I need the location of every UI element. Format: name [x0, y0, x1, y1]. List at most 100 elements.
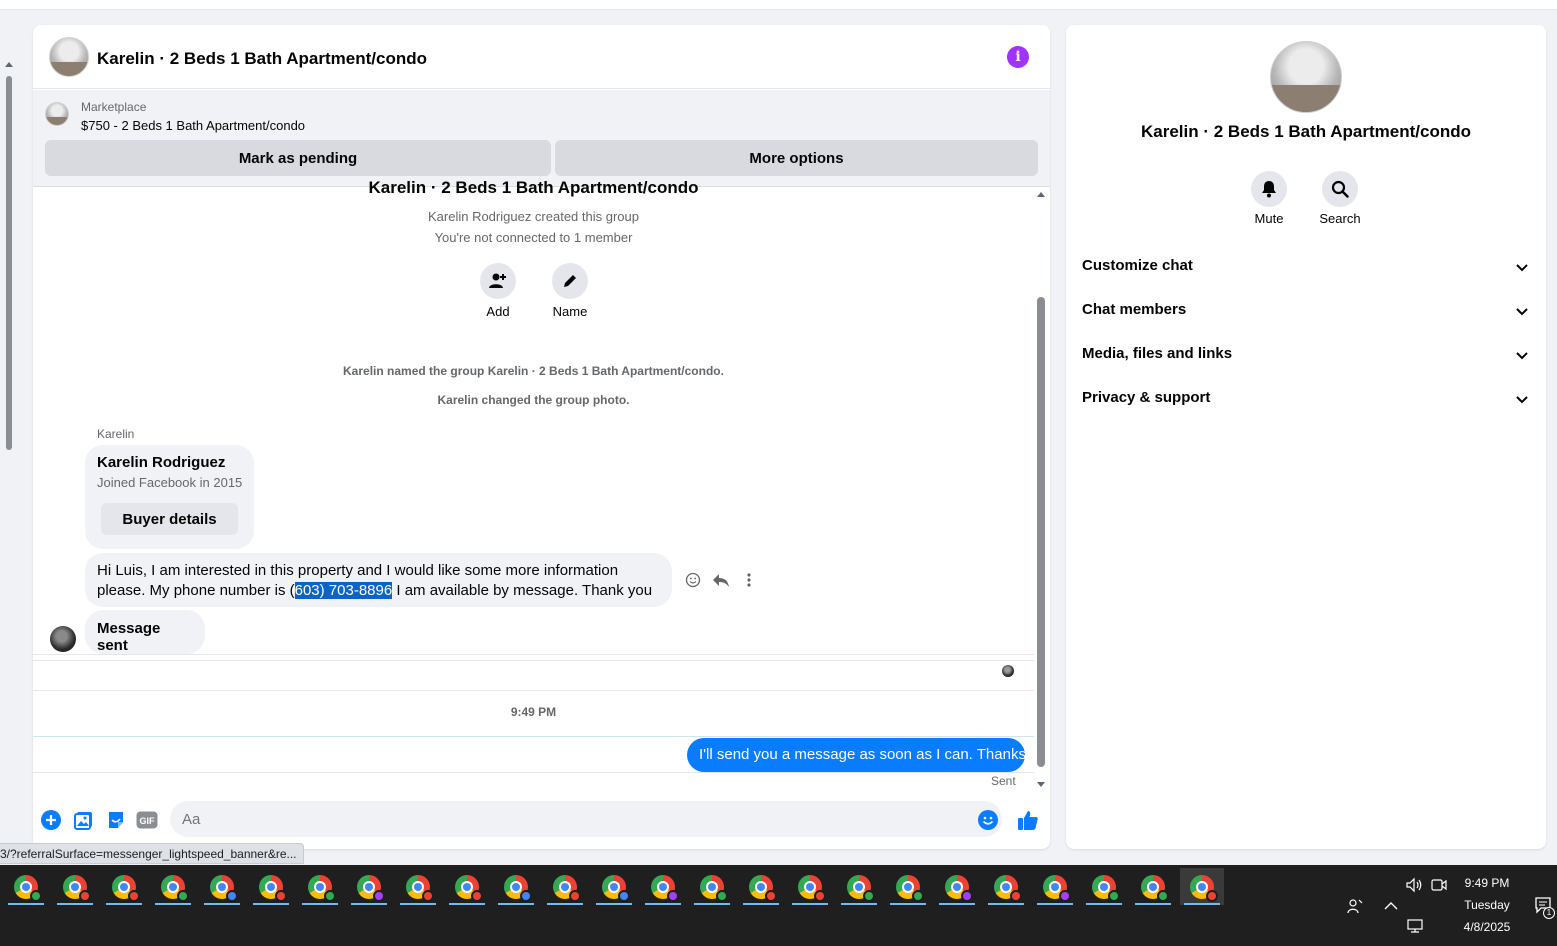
- divider: [33, 690, 1034, 691]
- taskbar-chrome-window[interactable]: [200, 868, 244, 905]
- profile-badge-icon: [79, 889, 91, 902]
- taskbar-chrome-window[interactable]: [151, 868, 195, 905]
- section-privacy-support[interactable]: Privacy & support: [1082, 387, 1530, 411]
- profile-badge-icon: [1157, 889, 1169, 902]
- section-chat-members[interactable]: Chat members: [1082, 299, 1530, 323]
- taskbar-chrome-window[interactable]: [837, 868, 881, 905]
- divider: [33, 660, 1034, 661]
- bell-icon: [1262, 181, 1276, 198]
- section-media-files-links[interactable]: Media, files and links: [1082, 343, 1530, 367]
- buyer-details-button[interactable]: Buyer details: [101, 503, 238, 535]
- group-intro-title: Karelin · 2 Beds 1 Bath Apartment/condo: [368, 178, 699, 197]
- gif-label: GIF: [140, 816, 156, 826]
- emoji-icon[interactable]: [976, 808, 1000, 832]
- taskbar-chrome-window[interactable]: [592, 868, 636, 905]
- taskbar-chrome-window[interactable]: [298, 868, 342, 905]
- connection-text: You're not connected to 1 member: [434, 230, 633, 245]
- sticker-icon[interactable]: [104, 808, 128, 832]
- profile-badge-icon: [667, 889, 679, 902]
- incoming-message[interactable]: Hi Luis, I am interested in this propert…: [85, 553, 672, 607]
- plus-circle-icon[interactable]: [39, 808, 63, 832]
- listing-thumbnail[interactable]: [45, 102, 69, 126]
- outgoing-message[interactable]: I'll send you a message as soon as I can…: [687, 738, 1026, 772]
- taskbar-chrome-window[interactable]: [347, 868, 391, 905]
- message-input[interactable]: [170, 801, 1002, 837]
- meet-now-icon[interactable]: [1430, 876, 1448, 894]
- taskbar-chrome-window[interactable]: [886, 868, 930, 905]
- taskbar-chrome-window[interactable]: [494, 868, 538, 905]
- message-sent-bubble[interactable]: Message sent: [85, 610, 205, 654]
- chat-title[interactable]: Karelin · 2 Beds 1 Bath Apartment/condo: [97, 49, 427, 69]
- page-scrollbar[interactable]: [0, 56, 18, 456]
- more-vertical-icon[interactable]: [739, 570, 759, 590]
- taskbar-chrome-window[interactable]: [1033, 868, 1077, 905]
- profile-badge-icon: [177, 889, 189, 902]
- listing-title[interactable]: $750 - 2 Beds 1 Bath Apartment/condo: [81, 118, 305, 133]
- clock-time[interactable]: 9:49 PM: [1462, 876, 1512, 890]
- taskbar-chrome-window[interactable]: [4, 868, 48, 905]
- chrome-icon: [1141, 874, 1169, 902]
- profile-badge-icon: [814, 889, 826, 902]
- taskbar-chrome-window[interactable]: [1082, 868, 1126, 905]
- chrome-icon: [210, 874, 238, 902]
- taskbar-chrome-window[interactable]: [690, 868, 734, 905]
- taskbar-chrome-window[interactable]: [53, 868, 97, 905]
- taskbar-chrome-window[interactable]: [396, 868, 440, 905]
- clock-day[interactable]: Tuesday: [1460, 898, 1514, 912]
- taskbar-chrome-window[interactable]: [788, 868, 832, 905]
- section-label: Privacy & support: [1082, 389, 1211, 406]
- group-photo[interactable]: [1270, 41, 1342, 113]
- profile-badge-icon: [373, 889, 385, 902]
- scrollbar-thumb[interactable]: [1037, 297, 1045, 767]
- profile-badge-icon: [1059, 889, 1071, 902]
- react-smiley-icon[interactable]: [683, 570, 703, 590]
- mark-as-pending-button[interactable]: Mark as pending: [45, 140, 551, 176]
- more-options-button[interactable]: More options: [555, 140, 1038, 176]
- scroll-down-arrow[interactable]: [1037, 782, 1045, 787]
- chevron-up-icon[interactable]: [1382, 897, 1400, 915]
- add-label: Add: [486, 304, 510, 319]
- thumbs-up-icon[interactable]: [1016, 808, 1040, 832]
- taskbar-chrome-window[interactable]: [641, 868, 685, 905]
- taskbar-chrome-window[interactable]: [935, 868, 979, 905]
- event-photo-change: Karelin changed the group photo.: [437, 393, 630, 407]
- clock-date[interactable]: 4/8/2025: [1458, 920, 1516, 934]
- taskbar-chrome-window[interactable]: [445, 868, 489, 905]
- taskbar-chrome-window[interactable]: [543, 868, 587, 905]
- scrollbar-thumb[interactable]: [6, 76, 12, 450]
- taskbar-chrome-window[interactable]: [249, 868, 293, 905]
- group-avatar[interactable]: [49, 37, 89, 77]
- chrome-icon: [455, 874, 483, 902]
- scroll-up-arrow[interactable]: [1037, 192, 1045, 197]
- taskbar-chrome-window[interactable]: [739, 868, 783, 905]
- messages-scrollbar[interactable]: [1034, 189, 1048, 787]
- message-composer: GIF: [33, 791, 1050, 849]
- volume-icon[interactable]: [1405, 876, 1423, 894]
- chat-details-panel: Karelin · 2 Beds 1 Bath Apartment/condo …: [1066, 25, 1546, 849]
- scroll-up-arrow[interactable]: [5, 62, 13, 67]
- chrome-icon: [847, 874, 875, 902]
- search-button[interactable]: [1322, 171, 1358, 207]
- network-icon[interactable]: [1406, 917, 1424, 935]
- mute-button[interactable]: [1251, 171, 1287, 207]
- sender-avatar[interactable]: [50, 626, 76, 652]
- name-group-button[interactable]: [552, 263, 588, 299]
- marketplace-label: Marketplace: [81, 100, 147, 114]
- chrome-icon: [308, 874, 336, 902]
- taskbar-chrome-window[interactable]: [984, 868, 1028, 905]
- search-label: Search: [1319, 211, 1361, 226]
- taskbar-chrome-window[interactable]: [1131, 868, 1175, 905]
- taskbar-chrome-window[interactable]: [102, 868, 146, 905]
- add-member-button[interactable]: [480, 263, 516, 299]
- chrome-icon: [553, 874, 581, 902]
- info-icon[interactable]: i: [1007, 46, 1029, 68]
- taskbar-chrome-window[interactable]: [1180, 868, 1224, 905]
- add-person-icon: [489, 273, 506, 288]
- section-label: Customize chat: [1082, 257, 1193, 274]
- people-icon[interactable]: [1346, 897, 1364, 915]
- section-customize-chat[interactable]: Customize chat: [1082, 255, 1530, 279]
- photo-icon[interactable]: [72, 808, 96, 832]
- reply-icon[interactable]: [711, 570, 731, 590]
- gif-icon[interactable]: GIF: [135, 808, 159, 832]
- pencil-icon: [564, 275, 576, 287]
